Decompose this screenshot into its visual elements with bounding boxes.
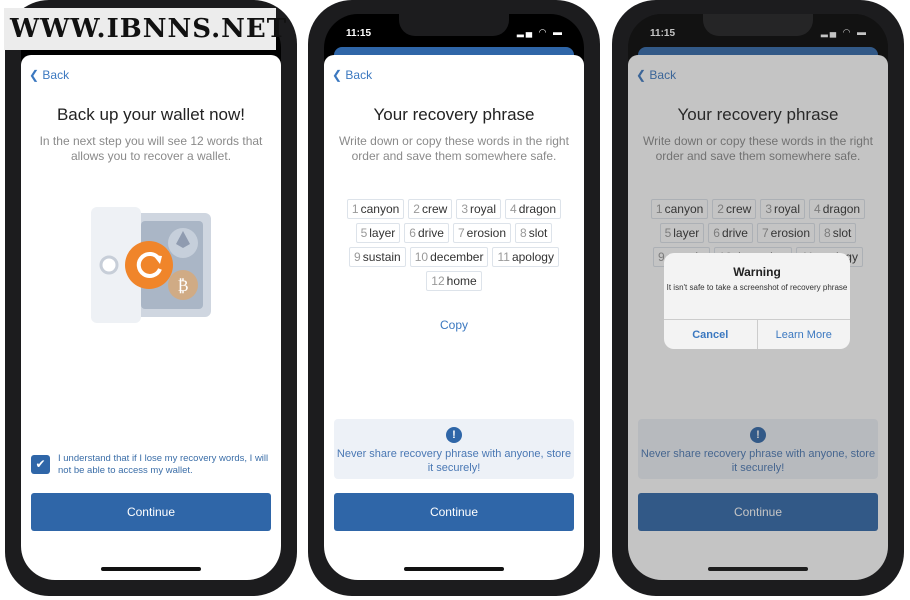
page-title: Back up your wallet now!: [56, 105, 246, 124]
word-text: december: [430, 250, 484, 264]
cancel-button[interactable]: Cancel: [664, 320, 758, 349]
word-chip: 4 dragon: [505, 199, 562, 219]
watermark: WWW.IBNNS.NET: [4, 8, 286, 50]
word-index: 8: [520, 226, 527, 240]
word-text: crew: [421, 202, 448, 216]
word-chip: 3 royal: [456, 199, 502, 219]
word-chip: 5 layer: [355, 223, 401, 243]
word-index: 1: [351, 202, 359, 216]
back-button[interactable]: ❮ Back: [332, 68, 372, 82]
word-index: 2: [413, 202, 420, 216]
page-title: Your recovery phrase: [373, 105, 535, 124]
continue-button[interactable]: Continue: [334, 493, 574, 531]
back-button[interactable]: ❮ Back: [29, 68, 69, 82]
word-chip: 6 drive: [404, 223, 449, 243]
word-index: 10: [414, 250, 429, 264]
page-subtitle: In the next step you will see 12 words t…: [39, 134, 263, 163]
phone-backup: ❮ Back Back up your wallet now! In the n…: [5, 0, 297, 596]
word-index: 9: [354, 250, 361, 264]
screen: ❮ Back Back up your wallet now! In the n…: [21, 14, 281, 580]
word-chip: 11apology: [492, 247, 559, 267]
word-chip: 1 canyon: [346, 199, 405, 219]
word-text: layer: [369, 226, 396, 240]
word-index: 6: [409, 226, 416, 240]
back-label: Back: [345, 68, 373, 82]
word-text: home: [446, 274, 477, 288]
word-index: 7: [457, 226, 465, 240]
phone-recovery-phrase: 11:15 ▂▄ ◠ ▬ ❮ Back Your recovery phrase…: [308, 0, 600, 596]
continue-button[interactable]: Continue: [31, 493, 271, 531]
warning-alert: Warning It isn't safe to take a screensh…: [664, 253, 850, 349]
word-index: 5: [360, 226, 368, 240]
checkbox-label: I understand that if I lose my recovery …: [58, 453, 269, 476]
screen: 11:15 ▂▄ ◠ ▬ ❮ Back Your recovery phrase…: [324, 14, 584, 580]
notch: [399, 14, 509, 36]
signal-wifi-battery-icon: ▂▄ ◠ ▬: [516, 27, 564, 37]
notice-text: Never share recovery phrase with anyone,…: [336, 448, 572, 474]
word-index: 3: [461, 202, 469, 216]
word-chip: 8 slot: [515, 223, 553, 243]
backup-sheet: ❮ Back Back up your wallet now! In the n…: [21, 55, 281, 580]
safe-illustration-icon: ₿: [91, 207, 211, 323]
exclamation-icon: !: [446, 427, 462, 443]
alert-title: Warning: [733, 265, 781, 279]
word-text: dragon: [518, 202, 557, 216]
home-indicator: [404, 567, 504, 571]
security-notice: ! Never share recovery phrase with anyone…: [334, 419, 574, 479]
word-index: 11: [497, 250, 510, 264]
word-chip: 2 crew: [408, 199, 453, 219]
word-index: 4: [510, 202, 517, 216]
svg-text:₿: ₿: [177, 276, 188, 295]
word-text: erosion: [466, 226, 507, 240]
status-time: 11:15: [346, 28, 372, 39]
phone-screenshot-warning: 11:15 ▂▄ ◠ ▬ ❮ Back Your recovery phrase…: [612, 0, 904, 596]
acknowledge-checkbox-row[interactable]: ✔ I understand that if I lose my recover…: [31, 453, 271, 477]
home-indicator: [101, 567, 201, 571]
copy-button[interactable]: Copy: [324, 318, 584, 332]
word-chip: 12home: [426, 271, 482, 291]
chevron-left-icon: ❮: [29, 68, 43, 82]
word-text: canyon: [360, 202, 400, 216]
back-label: Back: [42, 68, 70, 82]
chevron-left-icon: ❮: [332, 68, 346, 82]
word-text: sustain: [362, 250, 401, 264]
screen: 11:15 ▂▄ ◠ ▬ ❮ Back Your recovery phrase…: [628, 14, 888, 580]
word-chip: 9sustain: [349, 247, 406, 267]
word-text: royal: [470, 202, 497, 216]
word-index: 12: [431, 274, 445, 288]
alert-message: It isn't safe to take a screenshot of re…: [666, 283, 848, 292]
word-text: slot: [528, 226, 548, 240]
word-text: apology: [511, 250, 554, 264]
word-text: drive: [417, 226, 444, 240]
word-chip: 7 erosion: [452, 223, 512, 243]
checkbox-checked-icon[interactable]: ✔: [31, 455, 50, 474]
word-list: 1 canyon 2 crew 3 royal 4 dragon 5 layer 6 drive 7 er…: [334, 199, 574, 291]
page-subtitle: Write down or copy these words in the ri…: [339, 134, 569, 163]
word-chip: 10december: [409, 247, 489, 267]
learn-more-button[interactable]: Learn More: [758, 320, 851, 349]
recovery-sheet: ❮ Back Your recovery phrase Write down o…: [324, 55, 584, 580]
